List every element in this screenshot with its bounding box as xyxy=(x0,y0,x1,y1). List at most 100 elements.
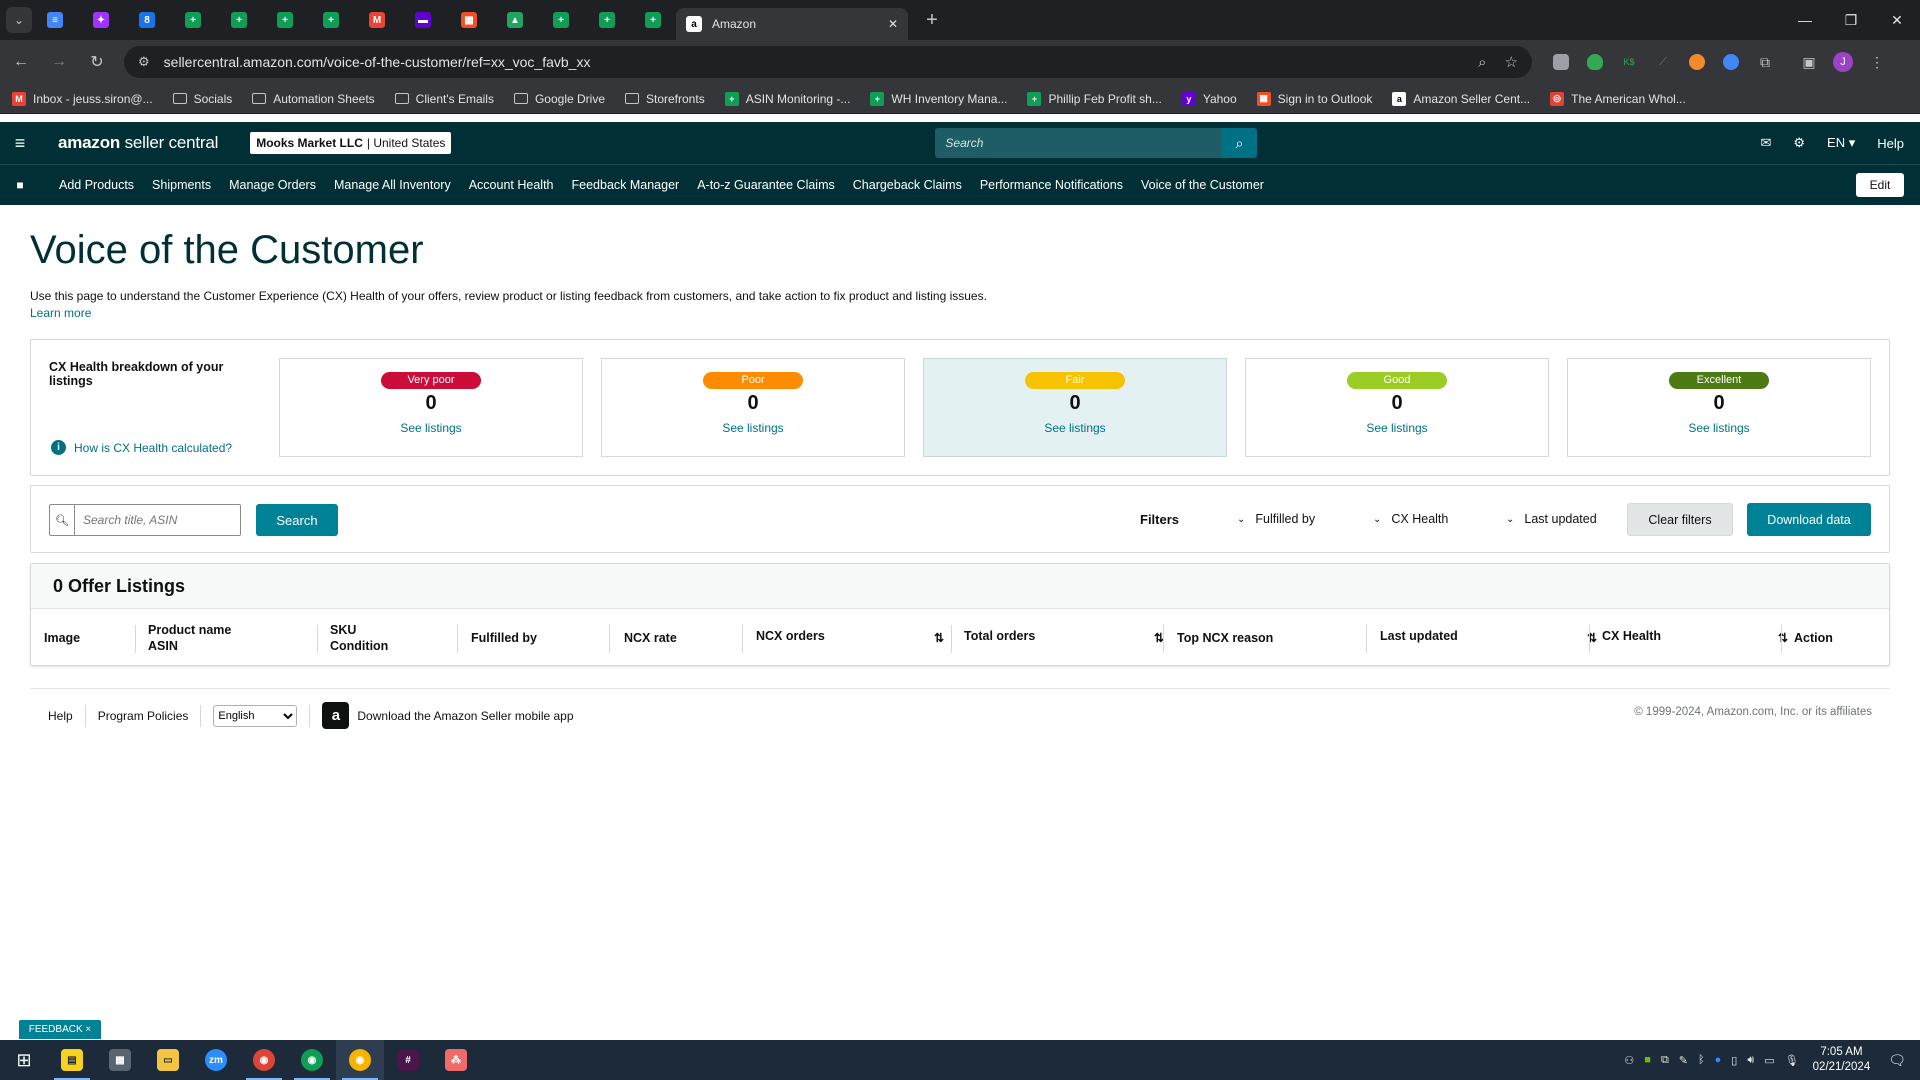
mobile-app-link[interactable]: Download the Amazon Seller mobile app xyxy=(357,709,573,723)
sticky-notes-icon[interactable]: ▤ xyxy=(48,1040,96,1080)
shield-extension-icon[interactable] xyxy=(1580,47,1610,77)
sort-icon[interactable]: ⇅ xyxy=(934,631,944,645)
merchant-selector[interactable]: Mooks Market LLC | United States xyxy=(250,132,452,154)
nav-performance-notifications[interactable]: Performance Notifications xyxy=(980,178,1123,192)
pinned-tab[interactable]: ≡ xyxy=(32,0,78,40)
qr-extension-icon[interactable] xyxy=(1546,47,1576,77)
pinned-tab[interactable]: + xyxy=(262,0,308,40)
pinned-tab[interactable]: + xyxy=(216,0,262,40)
nav-manage-orders[interactable]: Manage Orders xyxy=(229,178,316,192)
pinned-tab[interactable]: ▬ xyxy=(400,0,446,40)
minimize-button[interactable]: — xyxy=(1782,0,1828,40)
active-tab[interactable]: a Amazon ✕ xyxy=(676,8,908,40)
pinned-tab[interactable]: ▲ xyxy=(492,0,538,40)
cx-health-good-card[interactable]: Good 0 See listings xyxy=(1245,358,1549,457)
tab-search-button[interactable]: ⌄ xyxy=(6,7,32,33)
pinned-tab[interactable]: ▦ xyxy=(446,0,492,40)
bookmark-item[interactable]: + Phillip Feb Profit sh... xyxy=(1027,91,1162,106)
bookmark-item[interactable]: ▦ Sign in to Outlook xyxy=(1256,91,1372,106)
nav-feedback-manager[interactable]: Feedback Manager xyxy=(572,178,680,192)
col-total-orders[interactable]: Total orders ⇅ xyxy=(964,609,1174,666)
nav-a-to-z-claims[interactable]: A-to-z Guarantee Claims xyxy=(697,178,835,192)
keepa-extension-icon[interactable]: K$ xyxy=(1614,47,1644,77)
profile-avatar[interactable]: J xyxy=(1828,47,1858,77)
footer-policies-link[interactable]: Program Policies xyxy=(98,709,189,723)
display-icon[interactable]: ▭ xyxy=(1764,1054,1774,1067)
zoom-tray-icon[interactable]: ● xyxy=(1715,1054,1722,1066)
new-tab-button[interactable]: + xyxy=(918,6,946,34)
bookmark-item[interactable]: Client's Emails xyxy=(394,92,494,106)
bookmark-item[interactable]: + WH Inventory Mana... xyxy=(870,91,1007,106)
site-info-icon[interactable]: ⚙ xyxy=(138,54,150,70)
cx-health-poor-card[interactable]: Poor 0 See listings xyxy=(601,358,905,457)
sort-icon[interactable]: ⇅ xyxy=(1778,631,1788,645)
network-share-tray-icon[interactable]: ⧉ xyxy=(1661,1054,1669,1067)
asana-icon[interactable]: ⁂ xyxy=(432,1040,480,1080)
pen-extension-icon[interactable]: ⟋ xyxy=(1648,47,1678,77)
bookmark-item[interactable]: a Amazon Seller Cent... xyxy=(1392,91,1530,106)
forward-button[interactable]: → xyxy=(42,45,76,79)
orange-extension-icon[interactable] xyxy=(1682,47,1712,77)
chrome-profile-2-icon[interactable]: ◉ xyxy=(288,1040,336,1080)
see-listings-link[interactable]: See listings xyxy=(280,421,582,435)
pinned-tab[interactable]: + xyxy=(170,0,216,40)
bookmark-item[interactable]: Automation Sheets xyxy=(252,92,375,106)
volume-icon[interactable]: 🔊︎ xyxy=(1747,1054,1754,1067)
cx-health-excellent-card[interactable]: Excellent 0 See listings xyxy=(1567,358,1871,457)
bookmark-item[interactable]: Storefronts xyxy=(625,92,705,106)
nav-voice-of-customer[interactable]: Voice of the Customer xyxy=(1141,178,1264,192)
feedback-tab[interactable]: FEEDBACK × xyxy=(19,1020,101,1039)
chrome-profile-3-icon[interactable]: ◉ xyxy=(336,1040,384,1080)
address-bar[interactable]: ⚙ sellercentral.amazon.com/voice-of-the-… xyxy=(124,46,1532,78)
bookmark-item[interactable]: y Yahoo xyxy=(1181,91,1237,106)
pinned-tab[interactable]: 8 xyxy=(124,0,170,40)
pinned-tab[interactable]: + xyxy=(308,0,354,40)
back-button[interactable]: ← xyxy=(4,45,38,79)
see-listings-link[interactable]: See listings xyxy=(1246,421,1548,435)
download-data-button[interactable]: Download data xyxy=(1747,503,1871,536)
bookmark-icon[interactable]: ■ xyxy=(0,178,40,192)
language-selector[interactable]: EN ▾ xyxy=(1827,135,1855,151)
bookmark-item[interactable]: Socials xyxy=(172,92,232,106)
mail-icon[interactable]: ✉ xyxy=(1760,135,1771,151)
nvidia-tray-icon[interactable]: ■ xyxy=(1644,1054,1651,1066)
calculator-icon[interactable]: ▦ xyxy=(96,1040,144,1080)
listing-search-input[interactable] xyxy=(75,505,240,535)
menu-kebab-icon[interactable]: ⋮ xyxy=(1862,47,1892,77)
blue-extension-icon[interactable] xyxy=(1716,47,1746,77)
col-ncx-orders[interactable]: NCX orders ⇅ xyxy=(756,609,954,666)
header-search-button[interactable]: ⌕ xyxy=(1221,128,1258,158)
fulfilled-by-dropdown[interactable]: ⌄ Fulfilled by xyxy=(1237,512,1315,526)
bluetooth-icon[interactable]: ᛒ xyxy=(1698,1054,1705,1066)
restore-button[interactable]: ❐ xyxy=(1828,0,1874,40)
help-link[interactable]: Help xyxy=(1877,136,1904,151)
pen-tray-icon[interactable]: ✎ xyxy=(1679,1054,1688,1067)
hamburger-menu-icon[interactable]: ≡ xyxy=(0,133,40,154)
nav-shipments[interactable]: Shipments xyxy=(152,178,211,192)
learn-more-link[interactable]: Learn more xyxy=(30,306,91,320)
footer-language-select[interactable]: English xyxy=(213,704,298,727)
see-listings-link[interactable]: See listings xyxy=(924,421,1226,435)
clear-filters-button[interactable]: Clear filters xyxy=(1627,503,1733,536)
taskbar-clock[interactable]: 7:05 AM 02/21/2024 xyxy=(1813,1045,1871,1075)
reload-button[interactable]: ↻ xyxy=(80,45,114,79)
col-cx-health[interactable]: CX Health ⇅ xyxy=(1602,609,1798,666)
see-listings-link[interactable]: See listings xyxy=(602,421,904,435)
cx-health-dropdown[interactable]: ⌄ CX Health xyxy=(1373,512,1448,526)
zoom-app-icon[interactable]: zm xyxy=(192,1040,240,1080)
cx-health-fair-card[interactable]: Fair 0 See listings xyxy=(923,358,1227,457)
pinned-tab[interactable]: + xyxy=(538,0,584,40)
pinned-tab[interactable]: + xyxy=(584,0,630,40)
chrome-profile-1-icon[interactable]: ◉ xyxy=(240,1040,288,1080)
bookmark-star-icon[interactable]: ☆ xyxy=(1505,53,1518,71)
edit-nav-button[interactable]: Edit xyxy=(1856,173,1904,197)
microphone-icon[interactable]: 🎙︎ xyxy=(1785,1054,1799,1067)
pinned-tab[interactable]: M xyxy=(354,0,400,40)
notification-icon[interactable]: 🗨︎ xyxy=(1888,1052,1906,1069)
extensions-puzzle-icon[interactable]: ⧉ xyxy=(1750,47,1780,77)
zoom-icon[interactable]: ⌕ xyxy=(1478,54,1486,71)
bookmark-item[interactable]: Google Drive xyxy=(513,92,605,106)
windows-start-icon[interactable]: ⊞ xyxy=(0,1040,48,1080)
see-listings-link[interactable]: See listings xyxy=(1568,421,1870,435)
nav-add-products[interactable]: Add Products xyxy=(59,178,134,192)
